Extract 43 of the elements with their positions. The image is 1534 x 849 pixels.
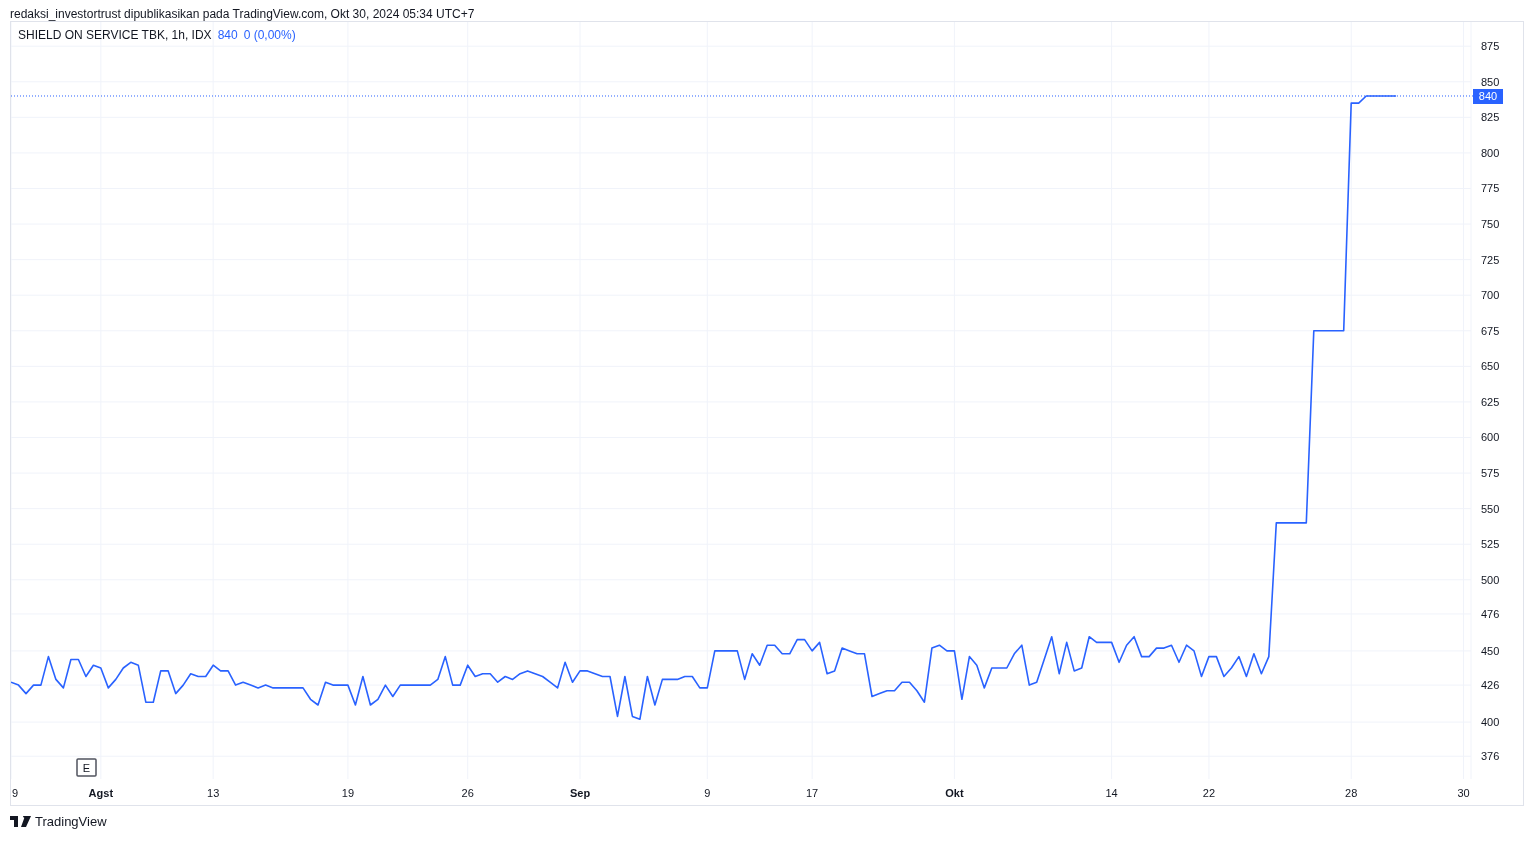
price-value: 840: [217, 28, 238, 42]
time-axis-label: 28: [1345, 787, 1358, 799]
price-axis-label: 376: [1481, 750, 1500, 763]
brand-name: TradingView: [35, 814, 107, 829]
time-axis-label: 19: [341, 787, 355, 799]
price-change: 0 (0,00%): [243, 28, 296, 42]
price-axis-label: 600: [1481, 431, 1500, 444]
price-axis-label: 450: [1481, 644, 1500, 657]
price-axis-label: 850: [1481, 75, 1500, 88]
price-axis-label: 575: [1481, 467, 1500, 480]
time-axis-label: Sep: [569, 787, 591, 799]
price-axis-label: 800: [1481, 146, 1500, 159]
time-axis-label: 30: [1457, 787, 1470, 799]
price-axis-label: 725: [1481, 253, 1500, 266]
price-axis-label: 525: [1481, 538, 1500, 551]
price-axis-label: 775: [1481, 182, 1500, 195]
time-axis-label: 9: [704, 787, 711, 799]
last-price-badge: 840: [1473, 89, 1503, 104]
time-axis-label: Okt: [945, 787, 964, 799]
price-axis-label: 675: [1481, 324, 1500, 337]
logo-icon: [10, 816, 31, 827]
price-axis-label: 875: [1481, 40, 1500, 53]
time-axis-label: 26: [461, 787, 474, 799]
time-axis-label: 9: [11, 787, 19, 799]
price-axis-label: 625: [1481, 395, 1500, 408]
time-axis-label: 13: [207, 787, 220, 799]
price-axis-label: 426: [1481, 679, 1500, 692]
price-axis-label: 750: [1481, 218, 1500, 231]
price-axis-label: 650: [1481, 360, 1500, 373]
attribution-text: redaksi_investortrust dipublikasikan pada TradingView.com, Okt 30, 2024 05:34 UTC+7: [9, 6, 476, 21]
ref-line-label: 840: [1478, 89, 1498, 102]
price-axis-label: 476: [1481, 607, 1500, 620]
price-axis-label: 825: [1481, 111, 1500, 124]
time-axis-label: 14: [1105, 787, 1118, 799]
time-axis-label: 17: [806, 787, 819, 799]
time-axis-label: Agst: [88, 787, 114, 799]
price-axis-label: 700: [1481, 289, 1500, 302]
time-axis-label: 22: [1202, 787, 1216, 799]
event-marker[interactable]: E: [76, 758, 97, 777]
price-axis-label: 500: [1481, 573, 1500, 586]
symbol-title: SHIELD ON SERVICE TBK, 1h, IDX: [18, 28, 212, 42]
price-axis-label: 550: [1481, 502, 1500, 515]
price-axis-label: 400: [1481, 716, 1500, 729]
